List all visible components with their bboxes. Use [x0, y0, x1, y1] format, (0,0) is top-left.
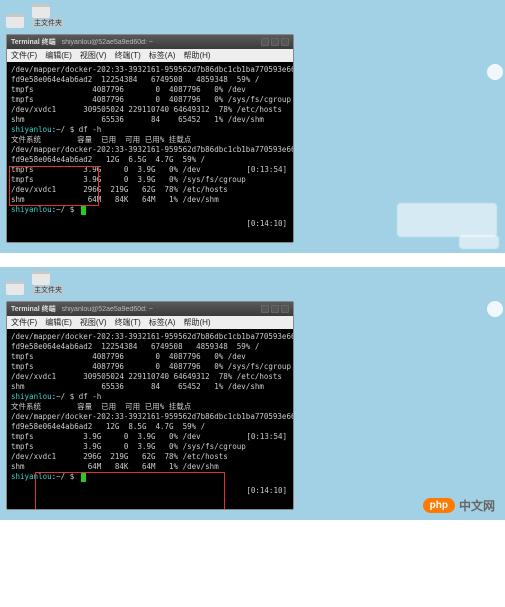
- prompt-line[interactable]: shiyanlou:~/ $: [11, 205, 289, 215]
- menu-file[interactable]: 文件(F): [11, 317, 37, 328]
- terminal-window: Terminal 终端 shiyanlou@52ae5a9ed60d: ~ 文件…: [6, 34, 294, 243]
- maximize-button[interactable]: [271, 305, 279, 313]
- terminal-output[interactable]: /dev/mapper/docker-202:33-3932161-959562…: [7, 62, 293, 242]
- terminal-window: Terminal 终端 shiyanlou@52ae5a9ed60d: ~ 文件…: [6, 301, 294, 510]
- minimize-button[interactable]: [261, 305, 269, 313]
- clock-1: [0:13:54]: [246, 432, 287, 442]
- desktop-icons: 主文件夹: [6, 8, 499, 28]
- menu-edit[interactable]: 编辑(E): [45, 50, 72, 61]
- watermark-blur: [459, 235, 499, 249]
- menu-help[interactable]: 帮助(H): [183, 317, 210, 328]
- menubar: 文件(F) 编辑(E) 视图(V) 终端(T) 标签(A) 帮助(H): [7, 49, 293, 62]
- menu-edit[interactable]: 编辑(E): [45, 317, 72, 328]
- clock-2: [0:14:10]: [246, 486, 287, 496]
- df-output-1: /dev/mapper/docker-202:33-3932161-959562…: [11, 65, 289, 125]
- menu-file[interactable]: 文件(F): [11, 50, 37, 61]
- menu-term[interactable]: 终端(T): [115, 317, 141, 328]
- folder-icon[interactable]: [32, 4, 50, 18]
- menu-help[interactable]: 帮助(H): [183, 50, 210, 61]
- folder-icon[interactable]: [6, 14, 24, 28]
- watermark-blur: [397, 203, 497, 237]
- df-output-1: /dev/mapper/docker-202:33-3932161-959562…: [11, 332, 289, 392]
- folder-icon[interactable]: [32, 271, 50, 285]
- folder-icon[interactable]: [6, 281, 24, 295]
- menu-term[interactable]: 终端(T): [115, 50, 141, 61]
- cursor-icon: [81, 206, 86, 215]
- menu-tabs[interactable]: 标签(A): [149, 50, 176, 61]
- close-button[interactable]: [281, 38, 289, 46]
- watermark-text: 中文网: [459, 497, 495, 514]
- clock-1: [0:13:54]: [246, 165, 287, 175]
- window-host: shiyanlou@52ae5a9ed60d: ~: [62, 306, 255, 313]
- cursor-icon: [81, 473, 86, 482]
- watermark-badge: php: [423, 498, 455, 513]
- menu-view[interactable]: 视图(V): [80, 50, 107, 61]
- desktop-icons: 主文件夹: [6, 275, 499, 295]
- window-title: Terminal 终端: [11, 37, 56, 47]
- screenshot-panel-2: 主文件夹 Terminal 终端 shiyanlou@52ae5a9ed60d:…: [0, 265, 505, 520]
- menu-view[interactable]: 视图(V): [80, 317, 107, 328]
- watermark-circle: [487, 301, 503, 317]
- folder-label: 主文件夹: [32, 18, 64, 28]
- watermark-circle: [487, 64, 503, 80]
- minimize-button[interactable]: [261, 38, 269, 46]
- close-button[interactable]: [281, 305, 289, 313]
- menubar: 文件(F) 编辑(E) 视图(V) 终端(T) 标签(A) 帮助(H): [7, 316, 293, 329]
- terminal-output[interactable]: /dev/mapper/docker-202:33-3932161-959562…: [7, 329, 293, 509]
- window-host: shiyanlou@52ae5a9ed60d: ~: [62, 39, 255, 46]
- screenshot-panel-1: 主文件夹 Terminal 终端 shiyanlou@52ae5a9ed60d:…: [0, 0, 505, 253]
- clock-2: [0:14:10]: [246, 219, 287, 229]
- menu-tabs[interactable]: 标签(A): [149, 317, 176, 328]
- window-title: Terminal 终端: [11, 304, 56, 314]
- titlebar: Terminal 终端 shiyanlou@52ae5a9ed60d: ~: [7, 35, 293, 49]
- folder-label: 主文件夹: [32, 285, 64, 295]
- php-cn-watermark: php 中文网: [423, 497, 495, 514]
- prompt-line[interactable]: shiyanlou:~/ $: [11, 472, 289, 482]
- maximize-button[interactable]: [271, 38, 279, 46]
- titlebar: Terminal 终端 shiyanlou@52ae5a9ed60d: ~: [7, 302, 293, 316]
